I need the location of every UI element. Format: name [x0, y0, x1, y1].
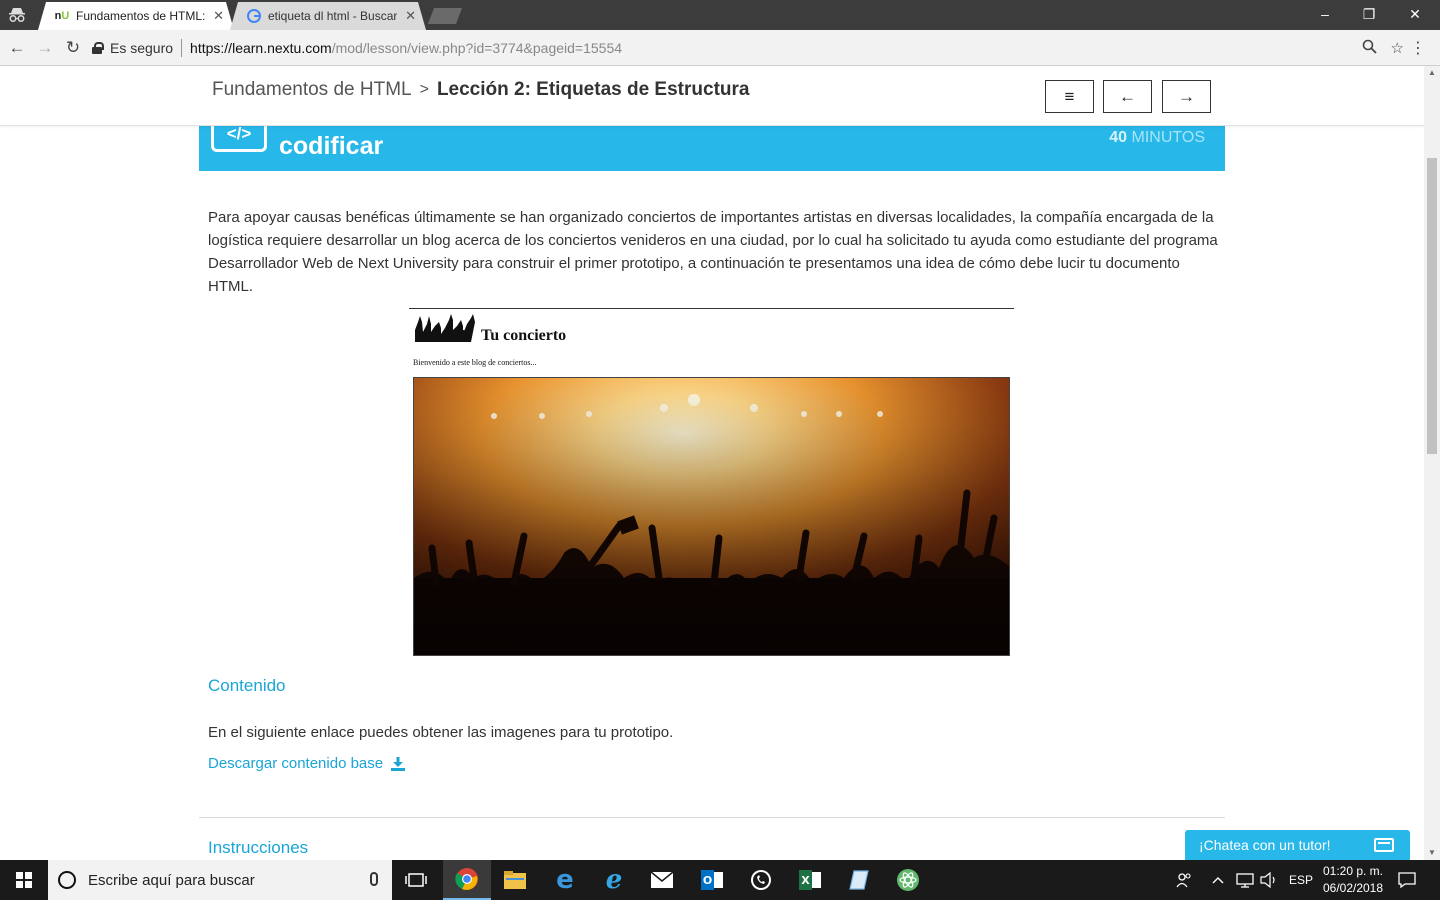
cortana-icon [58, 871, 76, 889]
lock-icon [92, 42, 104, 54]
new-tab-button[interactable] [428, 8, 462, 24]
action-center-icon[interactable] [1398, 860, 1416, 900]
arrow-right-icon: → [1178, 86, 1195, 106]
maximize-icon[interactable]: ❐ [1354, 4, 1384, 24]
previous-page-button[interactable]: ← [1103, 80, 1152, 113]
lesson-menu-button[interactable]: ≡ [1045, 80, 1094, 113]
bookmark-star-icon[interactable]: ☆ [1391, 39, 1404, 57]
chat-with-tutor-button[interactable]: ¡Chatea con un tutor! [1185, 830, 1410, 860]
section-divider [199, 817, 1225, 818]
next-page-button[interactable]: → [1162, 80, 1211, 113]
intro-paragraph: Para apoyar causas benéficas últimamente… [208, 209, 1218, 295]
divider [181, 39, 183, 57]
close-window-icon[interactable]: ✕ [1400, 4, 1430, 24]
scrollbar-thumb[interactable] [1427, 158, 1437, 454]
concert-photo [413, 377, 1010, 656]
scroll-down-icon[interactable]: ▼ [1424, 846, 1440, 860]
microphone-icon[interactable] [370, 872, 378, 886]
close-tab-icon[interactable]: ✕ [405, 8, 416, 24]
volume-icon[interactable] [1260, 860, 1278, 900]
page-viewport: Fundamentos de HTML > Lección 2: Etiquet… [0, 66, 1424, 860]
download-link-label[interactable]: Descargar contenido base [208, 755, 383, 772]
banner-duration: 40 MINUTOS [1109, 129, 1205, 147]
incognito-icon [9, 8, 25, 22]
windows-taskbar: Escribe aquí para buscar e e O X ESP 01:… [0, 860, 1440, 900]
whatsapp-icon[interactable] [737, 860, 785, 900]
clock-date: 06/02/2018 [1322, 881, 1384, 895]
scroll-up-icon[interactable]: ▲ [1424, 66, 1440, 80]
contenido-text: En el siguiente enlace puedes obtener la… [208, 724, 674, 741]
search-placeholder: Escribe aquí para buscar [88, 871, 255, 889]
browser-tab-bar: nU Fundamentos de HTML: L ✕ etiqueta dl … [0, 0, 1440, 30]
menu-icon: ≡ [1064, 86, 1075, 106]
close-tab-icon[interactable]: ✕ [213, 8, 224, 24]
people-icon[interactable] [1176, 860, 1192, 900]
tab-label: etiqueta dl html - Buscar [268, 9, 398, 23]
svg-text:X: X [801, 874, 810, 887]
chat-window-icon [1374, 838, 1394, 852]
crowd-logo-icon [415, 314, 475, 342]
forward-icon[interactable]: → [34, 37, 56, 59]
lesson-header: Fundamentos de HTML > Lección 2: Etiquet… [0, 66, 1424, 126]
duration-label: MINUTOS [1131, 129, 1205, 146]
download-base-content-link[interactable]: Descargar contenido base [208, 755, 406, 772]
browser-toolbar: ← → ↻ Es seguro https:// learn.nextu.com… [0, 30, 1440, 66]
internet-explorer-icon[interactable]: e [590, 860, 638, 900]
address-bar[interactable]: Es seguro https:// learn.nextu.com /mod/… [92, 34, 1404, 62]
google-favicon-icon [246, 8, 262, 24]
tray-overflow-icon[interactable] [1212, 860, 1224, 900]
code-icon-text: </> [226, 124, 252, 143]
tab-google-search[interactable]: etiqueta dl html - Buscar ✕ [230, 2, 426, 30]
arrow-left-icon: ← [1119, 86, 1136, 106]
banner-title: codificar [279, 132, 384, 160]
breadcrumb-course[interactable]: Fundamentos de HTML [212, 79, 412, 101]
file-explorer-icon[interactable] [491, 860, 539, 900]
back-icon[interactable]: ← [6, 37, 28, 59]
task-view-icon[interactable] [392, 860, 440, 900]
clock-time: 01:20 p. m. [1322, 864, 1384, 878]
edge-icon[interactable]: e [541, 860, 589, 900]
minimize-icon[interactable]: – [1310, 4, 1340, 24]
mockup-subtitle: Bienvenido a este blog de conciertos... [413, 358, 537, 367]
chrome-taskbar-icon[interactable] [443, 860, 491, 900]
excel-icon[interactable]: X [786, 860, 834, 900]
tab-fundamentos[interactable]: nU Fundamentos de HTML: L ✕ [38, 2, 234, 30]
prototype-mockup-image: Tu concierto Bienvenido a este blog de c… [409, 308, 1014, 658]
mail-icon[interactable] [638, 860, 686, 900]
breadcrumb-lesson: Lección 2: Etiquetas de Estructura [436, 79, 750, 100]
chrome-menu-icon[interactable]: ⋮ [1410, 38, 1426, 58]
security-label: Es seguro [110, 40, 174, 56]
network-icon[interactable] [1236, 860, 1254, 900]
breadcrumb-separator: > [419, 81, 429, 98]
duration-value: 40 [1109, 129, 1128, 146]
activity-banner: </> codificar 40 MINUTOS [199, 122, 1225, 171]
chat-label: ¡Chatea con un tutor! [1199, 837, 1331, 853]
download-icon [391, 756, 406, 771]
notes-app-icon[interactable] [835, 860, 883, 900]
svg-text:O: O [703, 874, 712, 887]
breadcrumb: Fundamentos de HTML > Lección 2: Etiquet… [212, 79, 749, 101]
atom-app-icon[interactable] [884, 860, 932, 900]
windows-logo-icon [16, 872, 32, 888]
url-host: learn.nextu.com [232, 40, 332, 56]
tab-label: Fundamentos de HTML: L [76, 9, 206, 23]
mockup-title: Tu concierto [481, 327, 567, 344]
page-scrollbar[interactable]: ▲ ▼ [1424, 66, 1440, 860]
taskbar-clock[interactable]: 01:20 p. m. 06/02/2018 [1320, 863, 1386, 897]
language-indicator[interactable]: ESP [1289, 860, 1313, 900]
url-path: /mod/lesson/view.php?id=3774&pageid=1555… [331, 40, 623, 56]
code-icon: </> [211, 122, 267, 152]
nextu-favicon-icon: nU [54, 10, 70, 22]
reload-icon[interactable]: ↻ [62, 37, 84, 59]
instrucciones-heading: Instrucciones [208, 838, 309, 857]
taskbar-search-box[interactable]: Escribe aquí para buscar [48, 860, 392, 900]
outlook-icon[interactable]: O [688, 860, 736, 900]
zoom-search-icon[interactable] [1362, 39, 1377, 58]
url-scheme: https:// [190, 40, 233, 56]
start-button[interactable] [0, 860, 48, 900]
contenido-heading: Contenido [208, 676, 286, 695]
